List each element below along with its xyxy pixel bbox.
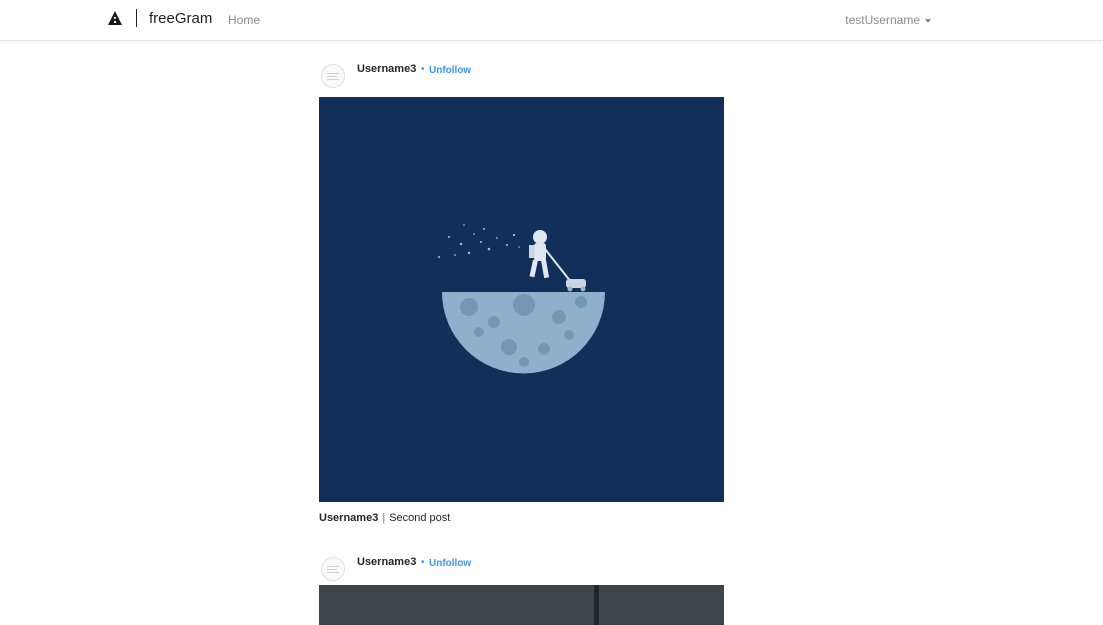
unfollow-button[interactable]: Unfollow [429, 65, 471, 76]
feed-post: Username3 • Unfollow [319, 61, 724, 524]
separator-dot: • [421, 64, 425, 75]
caret-down-icon [925, 18, 931, 23]
brand-name[interactable]: freeGram [149, 10, 212, 27]
separator-dot: • [421, 557, 425, 568]
avatar[interactable] [321, 64, 345, 88]
caption-text: Second post [389, 512, 451, 524]
post-username[interactable]: Username3 [357, 556, 416, 568]
post-image[interactable] [319, 97, 724, 502]
caption-username[interactable]: Username3 [319, 512, 378, 524]
image-pole-detail [594, 585, 599, 625]
user-menu-username: testUsername [845, 13, 920, 27]
post-caption: Username3 | Second post [319, 512, 724, 524]
post-header: Username3 • Unfollow [319, 61, 724, 97]
user-menu-dropdown[interactable]: testUsername [845, 13, 931, 27]
brand-divider [136, 9, 137, 27]
caption-separator: | [382, 512, 386, 524]
brand-logo-icon[interactable] [107, 10, 123, 26]
post-image[interactable] [319, 585, 724, 625]
avatar[interactable] [321, 557, 345, 581]
nav-home-link[interactable]: Home [228, 13, 260, 27]
post-header: Username3 • Unfollow [319, 554, 724, 585]
top-navbar: freeGram Home testUsername [0, 0, 1103, 41]
post-username[interactable]: Username3 [357, 63, 416, 75]
astronaut-moon-illustration [319, 97, 724, 502]
unfollow-button[interactable]: Unfollow [429, 558, 471, 569]
feed-post: Username3 • Unfollow [319, 554, 724, 625]
